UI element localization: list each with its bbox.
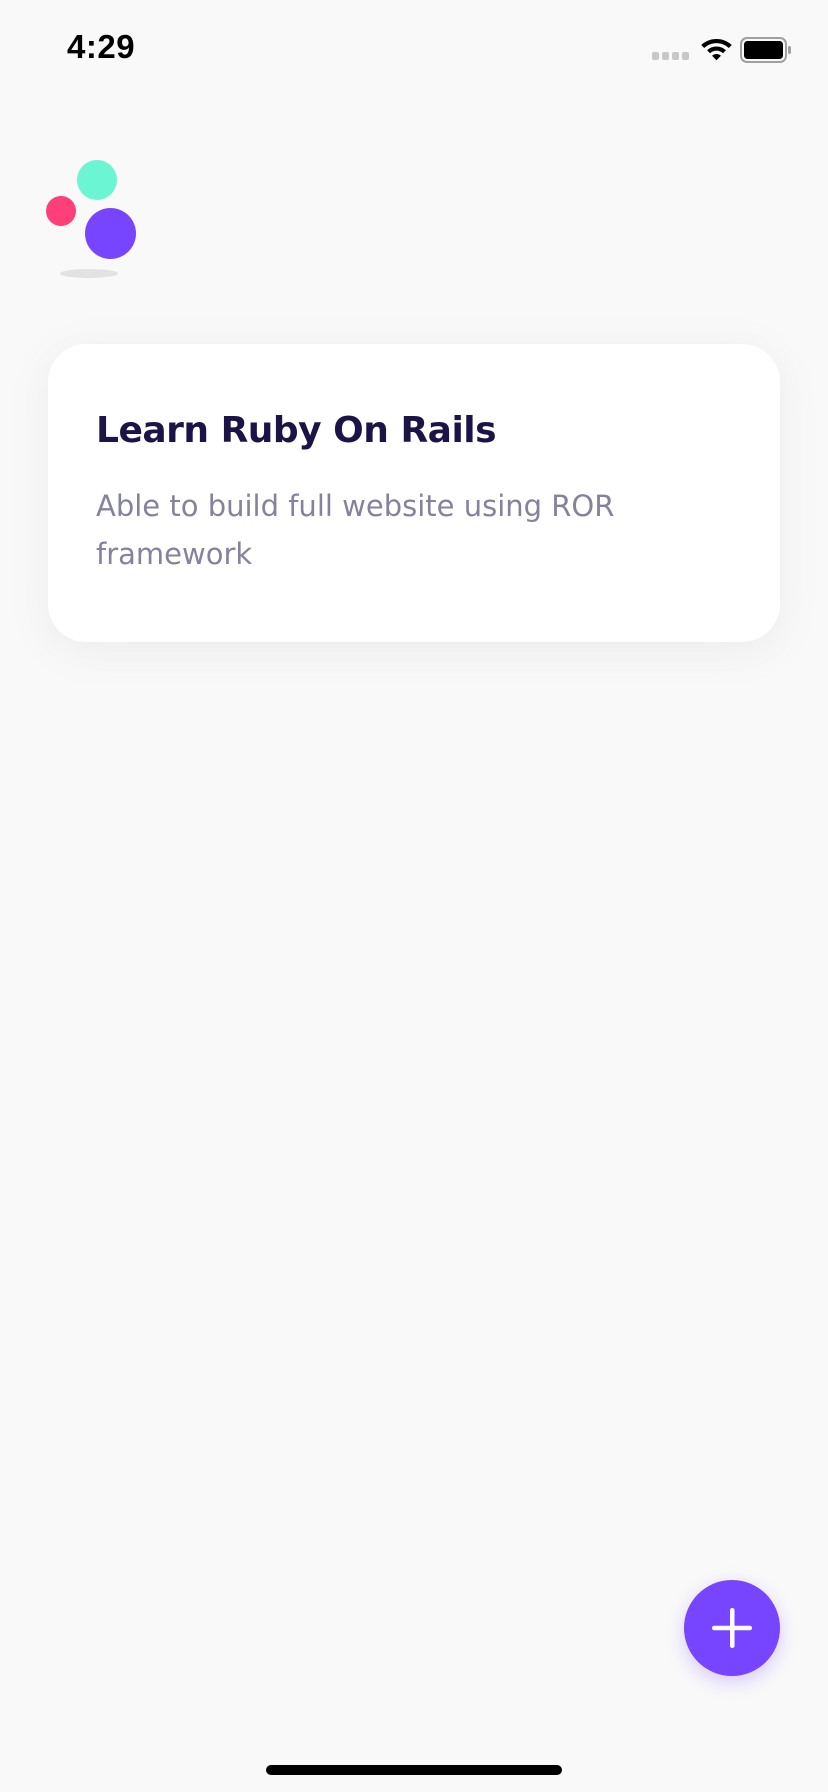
task-card[interactable]: Learn Ruby On Rails Able to build full w… <box>48 344 780 642</box>
app-logo <box>44 156 144 282</box>
logo-shadow <box>60 269 118 278</box>
battery-icon <box>740 37 791 63</box>
add-task-button[interactable] <box>684 1580 780 1676</box>
wifi-icon <box>701 39 732 61</box>
task-title: Learn Ruby On Rails <box>96 410 497 451</box>
home-indicator <box>266 1765 562 1775</box>
logo-pink-dot <box>46 196 76 226</box>
task-description: Able to build full website using ROR fra… <box>96 489 615 571</box>
plus-icon <box>712 1608 752 1648</box>
status-time: 4:29 <box>67 28 136 65</box>
logo-purple-dot <box>85 208 136 259</box>
status-bar: 4:29 <box>0 0 828 100</box>
cellular-signal-icon <box>652 52 690 60</box>
logo-green-dot <box>77 160 117 200</box>
